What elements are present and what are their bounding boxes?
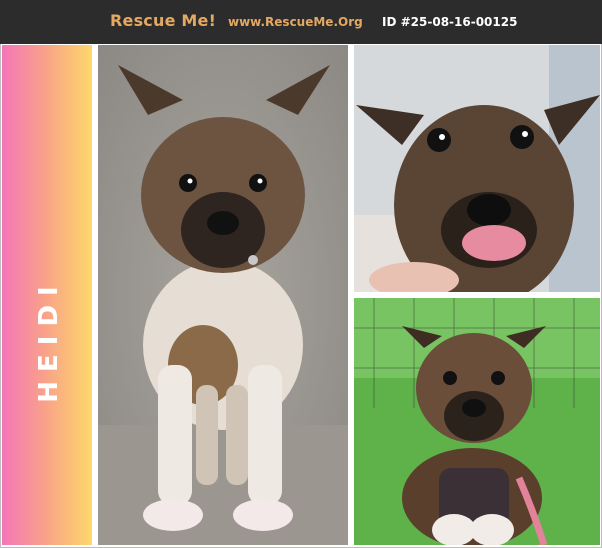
puppy-grass-image [354, 298, 600, 545]
pet-name-banner: HEIDI [2, 45, 92, 545]
puppy-closeup-image [354, 45, 600, 292]
header-bar: Rescue Me! www.RescueMe.Org ID #25-08-16… [0, 0, 602, 44]
pet-name: HEIDI [34, 277, 64, 403]
pet-photo-grass[interactable] [354, 298, 600, 545]
pet-photo-closeup[interactable] [354, 45, 600, 292]
pet-photo-standing[interactable] [98, 45, 348, 545]
brand-logo-text[interactable]: Rescue Me! [110, 11, 216, 30]
puppy-standing-image [98, 45, 348, 545]
pet-id-label: ID #25-08-16-00125 [382, 15, 518, 29]
site-url[interactable]: www.RescueMe.Org [228, 15, 363, 29]
